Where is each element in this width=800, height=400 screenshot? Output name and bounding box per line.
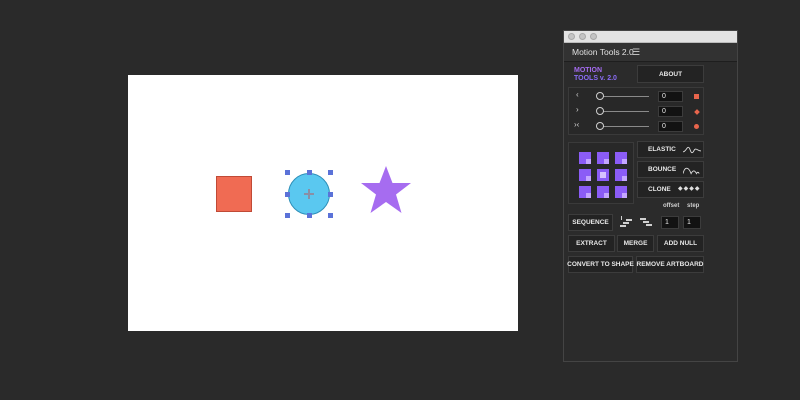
bounce-button[interactable]: BOUNCE xyxy=(637,161,704,178)
slider-knob[interactable] xyxy=(596,107,604,115)
slider-knob[interactable] xyxy=(596,92,604,100)
selection-handle[interactable] xyxy=(285,192,290,197)
step-input[interactable]: 1 xyxy=(683,216,701,229)
slider-value-input[interactable]: 0 xyxy=(658,91,683,102)
clone-button[interactable]: CLONE ◆◆◆◆ xyxy=(637,181,704,198)
chevron-left-icon: ‹ xyxy=(576,90,579,99)
anchor-bottom-center-button[interactable] xyxy=(597,186,609,198)
convert-to-shape-button[interactable]: CONVERT TO SHAPE xyxy=(567,256,634,273)
offset-label: offset xyxy=(663,203,680,209)
selection-handle[interactable] xyxy=(307,213,312,218)
anchor-top-center-button[interactable] xyxy=(597,152,609,164)
bounce-curve-icon xyxy=(683,167,700,175)
panel-tab-bar: Motion Tools 2.0 ☰ xyxy=(564,43,737,62)
diamond-keyframe-icon[interactable] xyxy=(694,109,700,115)
slider-value-input[interactable]: 0 xyxy=(658,121,683,132)
offset-input[interactable]: 1 xyxy=(661,216,679,229)
purple-star-shape[interactable] xyxy=(360,165,412,215)
slider-track[interactable] xyxy=(597,96,649,97)
selection-handle[interactable] xyxy=(328,192,333,197)
square-keyframe-icon[interactable] xyxy=(694,94,699,99)
anchor-grid-section xyxy=(568,142,634,204)
selection-handle[interactable] xyxy=(285,170,290,175)
remove-artboard-button[interactable]: REMOVE ARTBOARD xyxy=(636,256,704,273)
step-label: step xyxy=(687,203,700,209)
maximize-window-button[interactable] xyxy=(590,33,597,40)
clone-label: CLONE xyxy=(648,186,671,193)
anchor-middle-right-button[interactable] xyxy=(615,169,627,181)
anchor-middle-left-button[interactable] xyxy=(579,169,591,181)
anchor-center-button[interactable] xyxy=(597,169,609,181)
motion-tools-logo: MOTION TOOLS v. 2.0 xyxy=(574,67,617,83)
elastic-button[interactable]: ELASTIC xyxy=(637,141,704,158)
selection-handle[interactable] xyxy=(307,170,312,175)
anchor-bottom-right-button[interactable] xyxy=(615,186,627,198)
sequence-reverse-stagger-icon[interactable] xyxy=(640,216,654,228)
anchor-point-icon[interactable] xyxy=(304,189,314,199)
anchor-bottom-left-button[interactable] xyxy=(579,186,591,198)
anchor-top-right-button[interactable] xyxy=(615,152,627,164)
artboard[interactable] xyxy=(128,75,518,331)
extract-button[interactable]: EXTRACT xyxy=(568,235,615,252)
selection-handle[interactable] xyxy=(328,170,333,175)
clone-dots-icon: ◆◆◆◆ xyxy=(678,186,701,192)
logo-line-2: TOOLS v. 2.0 xyxy=(574,75,617,82)
hamburger-menu-icon[interactable]: ☰ xyxy=(632,47,640,58)
slider-track[interactable] xyxy=(597,111,649,112)
slider-value-input[interactable]: 0 xyxy=(658,106,683,117)
orange-square-shape[interactable] xyxy=(216,176,252,212)
add-null-button[interactable]: ADD NULL xyxy=(657,235,704,252)
window-titlebar[interactable] xyxy=(564,31,737,43)
selection-handle[interactable] xyxy=(285,213,290,218)
sequence-button[interactable]: SEQUENCE xyxy=(568,214,613,231)
elastic-label: ELASTIC xyxy=(648,146,676,153)
slider-track[interactable] xyxy=(597,126,649,127)
sequence-stagger-icon[interactable] xyxy=(620,216,634,228)
chevron-right-icon: › xyxy=(576,105,579,114)
logo-line-1: MOTION xyxy=(574,67,602,74)
anchor-top-left-button[interactable] xyxy=(579,152,591,164)
circle-keyframe-icon[interactable] xyxy=(694,124,699,129)
close-window-button[interactable] xyxy=(568,33,575,40)
minimize-window-button[interactable] xyxy=(579,33,586,40)
merge-button[interactable]: MERGE xyxy=(617,235,654,252)
motion-tools-panel: Motion Tools 2.0 ☰ MOTION TOOLS v. 2.0 A… xyxy=(563,30,738,362)
elastic-curve-icon xyxy=(683,146,701,154)
selection-handle[interactable] xyxy=(328,213,333,218)
sliders-section: ‹ 0 › 0 ›‹ 0 xyxy=(568,87,704,135)
bounce-label: BOUNCE xyxy=(648,166,677,173)
slider-knob[interactable] xyxy=(596,122,604,130)
about-button[interactable]: ABOUT xyxy=(637,65,704,83)
chevron-both-icon: ›‹ xyxy=(574,120,580,129)
panel-tab-title[interactable]: Motion Tools 2.0 xyxy=(572,47,634,57)
